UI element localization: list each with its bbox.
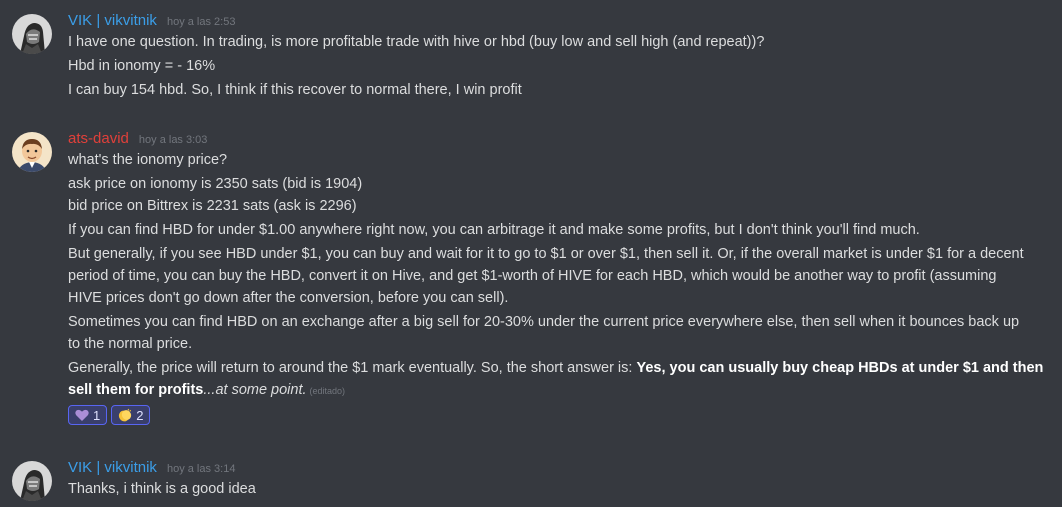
message-text: I have one question. In trading, is more… <box>68 34 765 50</box>
message-header: VIK | vikvitnik hoy a las 2:53 <box>68 12 1054 30</box>
message-text: If you can find HBD for under $1.00 anyw… <box>68 222 920 238</box>
vik-avatar-icon <box>12 14 52 54</box>
purple-heart-icon <box>75 409 89 421</box>
reaction-count: 2 <box>136 407 144 423</box>
message-header: ats-david hoy a las 3:03 <box>68 130 1054 148</box>
message-header: VIK | vikvitnik hoy a las 3:14 <box>68 459 1054 477</box>
avatar[interactable] <box>12 132 52 172</box>
bold-answer-end: sell them for profits <box>68 382 204 398</box>
message-text: Sometimes you can find HBD on an exchang… <box>68 314 1020 330</box>
message-text: HIVE prices don't go down after the conv… <box>68 290 509 306</box>
message-text: what's the ionomy price? <box>68 152 228 168</box>
message-text: Generally, the price will return to arou… <box>68 357 1054 379</box>
message-text: ask price on ionomy is 2350 sats (bid is… <box>68 176 363 192</box>
message-text: sell them for profits...at some point. (e… <box>68 379 1054 402</box>
reactions: 1 2 <box>68 405 1054 425</box>
message-text: period of time, you can buy the HBD, con… <box>68 268 997 284</box>
message-text: But generally, if you see HBD under $1, … <box>68 246 1024 262</box>
reaction-clap[interactable]: 2 <box>111 405 151 425</box>
italic-suffix: ...at some point. <box>203 382 307 398</box>
timestamp: hoy a las 3:14 <box>166 463 236 475</box>
clapping-hands-icon <box>119 408 132 422</box>
reaction-count: 1 <box>93 407 101 423</box>
username[interactable]: ats-david <box>68 130 129 147</box>
timestamp: hoy a las 3:03 <box>138 134 208 146</box>
message-text: Hbd in ionomy = - 16% <box>68 58 216 74</box>
vik-avatar-icon <box>12 461 52 501</box>
message-text: bid price on Bittrex is 2231 sats (ask i… <box>68 198 357 214</box>
reaction-heart[interactable]: 1 <box>68 405 108 425</box>
message-text: I can buy 154 hbd. So, I think if this r… <box>68 82 522 98</box>
username[interactable]: VIK | vikvitnik <box>68 12 157 29</box>
timestamp: hoy a las 2:53 <box>166 16 236 28</box>
username[interactable]: VIK | vikvitnik <box>68 459 157 476</box>
avatar[interactable] <box>12 461 52 501</box>
david-avatar-icon <box>12 132 52 172</box>
message-text: to the normal price. <box>68 336 193 352</box>
edited-label: (editado) <box>309 386 346 396</box>
bold-answer: Yes, you can usually buy cheap HBDs at u… <box>636 360 1044 376</box>
message-text: Thanks, i think is a good idea <box>68 481 256 497</box>
final-text-prefix: Generally, the price will return to arou… <box>68 360 637 376</box>
avatar[interactable] <box>12 14 52 54</box>
